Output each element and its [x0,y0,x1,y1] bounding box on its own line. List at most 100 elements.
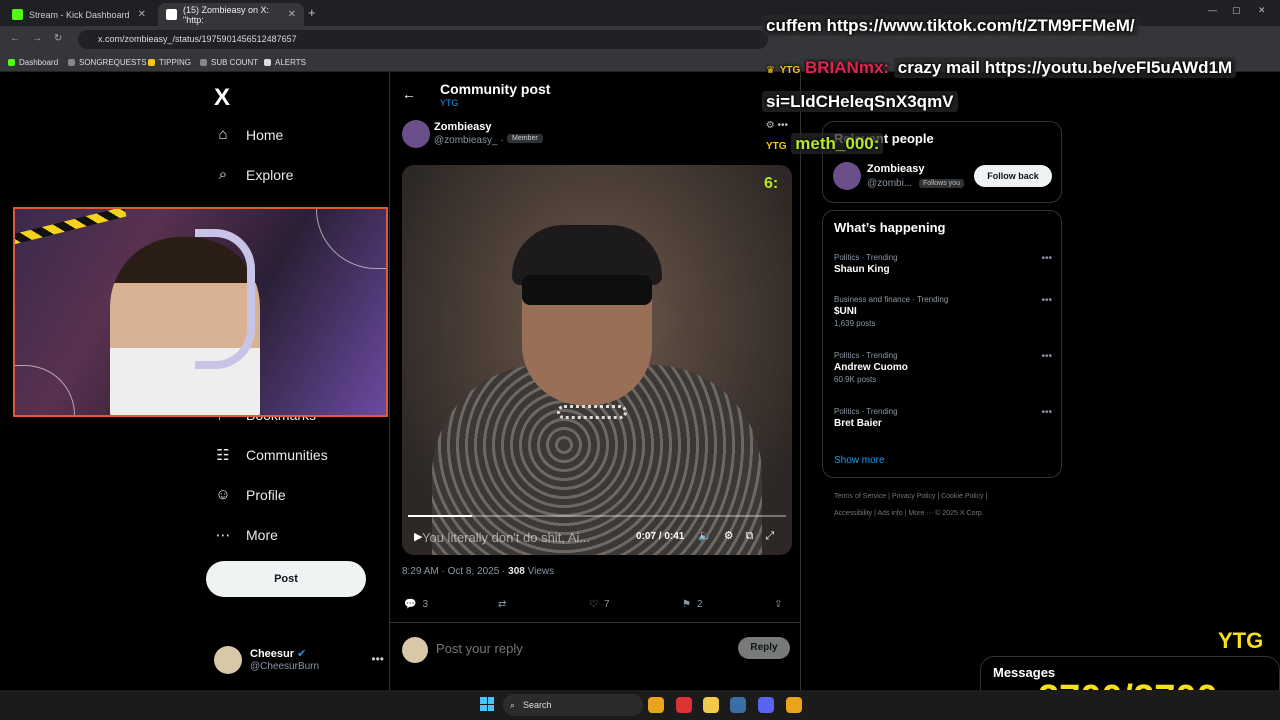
tab-kick-dashboard[interactable]: Stream - Kick Dashboard ✕ [4,3,154,26]
bookmark-tipping[interactable]: TIPPING [148,58,191,67]
chat-message: 6: [764,175,779,192]
bookmark-sub-count[interactable]: SUB COUNT [200,58,258,67]
chat-message: YTG meth_000: [766,133,884,154]
relevant-handle[interactable]: @zombi... [867,178,912,189]
close-window-icon[interactable]: ✕ [1258,5,1266,16]
steam-icon[interactable] [730,697,746,713]
repost-action[interactable]: ⇄ [498,599,506,610]
nav-explore[interactable]: ⌕ Explore [214,166,294,183]
windows-taskbar: ⌕ Search [0,690,1280,720]
chrome-icon[interactable] [786,697,802,713]
nav-home[interactable]: ⌂ Home [214,126,283,143]
tab-label: Stream - Kick Dashboard [29,9,130,20]
account-switcher[interactable]: Cheesur ✔ @CheesurBurn ••• [214,644,384,678]
more-icon: ⋯ [215,527,231,544]
post-button[interactable]: Post [206,561,366,597]
repost-icon: ⇄ [498,599,507,610]
app-icon[interactable] [676,697,692,713]
x-logo-icon[interactable]: X [214,84,230,112]
relevant-name[interactable]: Zombieasy [867,163,924,175]
footer-links[interactable]: Terms of Service | Privacy Policy | Cook… [834,493,987,500]
member-badge: Member [507,134,543,143]
nav-communities[interactable]: ☷ Communities [214,446,327,464]
chat-message: cuffem https://www.tiktok.com/t/ZTM9FFMe… [762,15,1139,36]
close-tab-icon[interactable]: ✕ [288,9,296,20]
x-favicon-icon [166,9,177,20]
community-link[interactable]: YTG [440,98,459,108]
nav-more[interactable]: ⋯ More [214,526,278,544]
more-options-icon[interactable]: ••• [371,652,384,666]
caution-tape [15,209,127,246]
trend-item[interactable]: Politics · Trending Shaun King ••• [834,253,1052,275]
video-progress-bar[interactable] [408,515,786,517]
minimize-icon[interactable]: — [1208,5,1217,15]
follow-back-button[interactable]: Follow back [974,165,1052,187]
trend-item[interactable]: Politics · Trending Andrew Cuomo 60.9K pos… [834,351,1052,384]
page-title: Community post [440,81,551,97]
footer-links[interactable]: Accessibility | Ads info | More ··· © 20… [834,510,984,517]
discord-icon[interactable] [758,697,774,713]
search-icon: ⌕ [218,166,228,183]
spiderweb-icon [316,209,386,269]
divider [390,622,800,623]
whats-happening-card: What’s happening Politics · Trending Shau… [822,210,1062,478]
verified-icon: ✔ [297,648,307,660]
taskbar-search[interactable]: ⌕ Search [503,694,643,716]
more-options-icon[interactable]: ••• [1041,351,1052,362]
post-options-icon[interactable]: ⚙ ••• [766,120,788,131]
reply-input[interactable]: Post your reply [436,641,523,656]
account-handle: @CheesurBurn [250,661,320,672]
maximize-icon[interactable]: ▢ [1232,5,1241,16]
bookmark-dashboard[interactable]: Dashboard [8,58,58,67]
video-controls: ▶ You literally don't do shit, Ai... 0:0… [402,521,792,555]
chat-message: si=LldCHeleqSnX3qmV [762,91,958,112]
start-icon[interactable] [480,697,494,711]
nav-profile[interactable]: ☺ Profile [214,486,285,503]
post-timestamp: 8:29 AM · Oct 8, 2025 · 308 Views [402,566,555,577]
tab-label: (15) Zombieasy on X: "http: [183,4,270,25]
trend-item[interactable]: Business and finance · Trending $UNI 1,639… [834,295,1052,328]
chat-message: ♛ YTG BRIANmx: crazy mail https://youtu.… [766,57,1237,78]
video-player[interactable]: ▶ You literally don't do shit, Ai... 0:0… [402,165,792,555]
streamer-webcam [13,207,388,417]
author-handle[interactable]: @zombieasy_ · [434,135,504,146]
like-action[interactable]: ♡ 7 [589,599,610,610]
more-options-icon[interactable]: ••• [1041,253,1052,264]
forward-arrow-icon[interactable]: → [32,33,42,44]
bookmark-songrequests[interactable]: SONGREQUESTS [68,58,147,67]
url-field[interactable]: x.com/zombieasy_/status/1975901456512487… [78,30,768,49]
close-tab-icon[interactable]: ✕ [138,9,146,20]
bookmark-icon: ⚑ [682,599,691,610]
back-arrow-icon[interactable]: ← [10,33,20,44]
reload-icon[interactable]: ↻ [54,33,62,44]
heart-icon: ♡ [589,599,598,610]
author-avatar[interactable] [402,120,430,148]
video-settings-icons[interactable]: 🔈⚙⧉⤢ [698,529,786,543]
communities-icon: ☷ [216,447,230,464]
reply-action[interactable]: 💬 3 [404,599,428,610]
avatar[interactable] [833,162,861,190]
post-column: ← Community post YTG Zombieasy @zombieas… [389,72,801,720]
author-name[interactable]: Zombieasy [434,121,491,133]
spiderweb-icon [15,365,75,415]
crown-icon: ♛ [766,65,775,76]
happening-heading: What’s happening [834,220,946,235]
folder-icon[interactable] [703,697,719,713]
search-icon: ⌕ [510,700,516,710]
reply-button[interactable]: Reply [738,637,790,659]
more-options-icon[interactable]: ••• [1041,407,1052,418]
chrome-icon[interactable] [648,697,664,713]
more-options-icon[interactable]: ••• [1041,295,1052,306]
tab-x-post[interactable]: (15) Zombieasy on X: "http: ✕ [158,3,304,26]
kick-favicon-icon [12,9,23,20]
bookmark-alerts[interactable]: ALERTS [264,58,306,67]
new-tab-icon[interactable]: + [308,5,316,20]
trend-item[interactable]: Politics · Trending Bret Baier ••• [834,407,1052,429]
back-arrow-icon[interactable]: ← [402,86,416,102]
bookmark-action[interactable]: ⚑ 2 [682,599,703,610]
home-icon: ⌂ [218,126,228,143]
account-name: Cheesur ✔ [250,648,307,660]
show-more-link[interactable]: Show more [834,455,885,466]
video-caption: You literally don't do shit, Ai... [422,530,591,545]
share-action[interactable]: ⇪ [774,599,782,610]
